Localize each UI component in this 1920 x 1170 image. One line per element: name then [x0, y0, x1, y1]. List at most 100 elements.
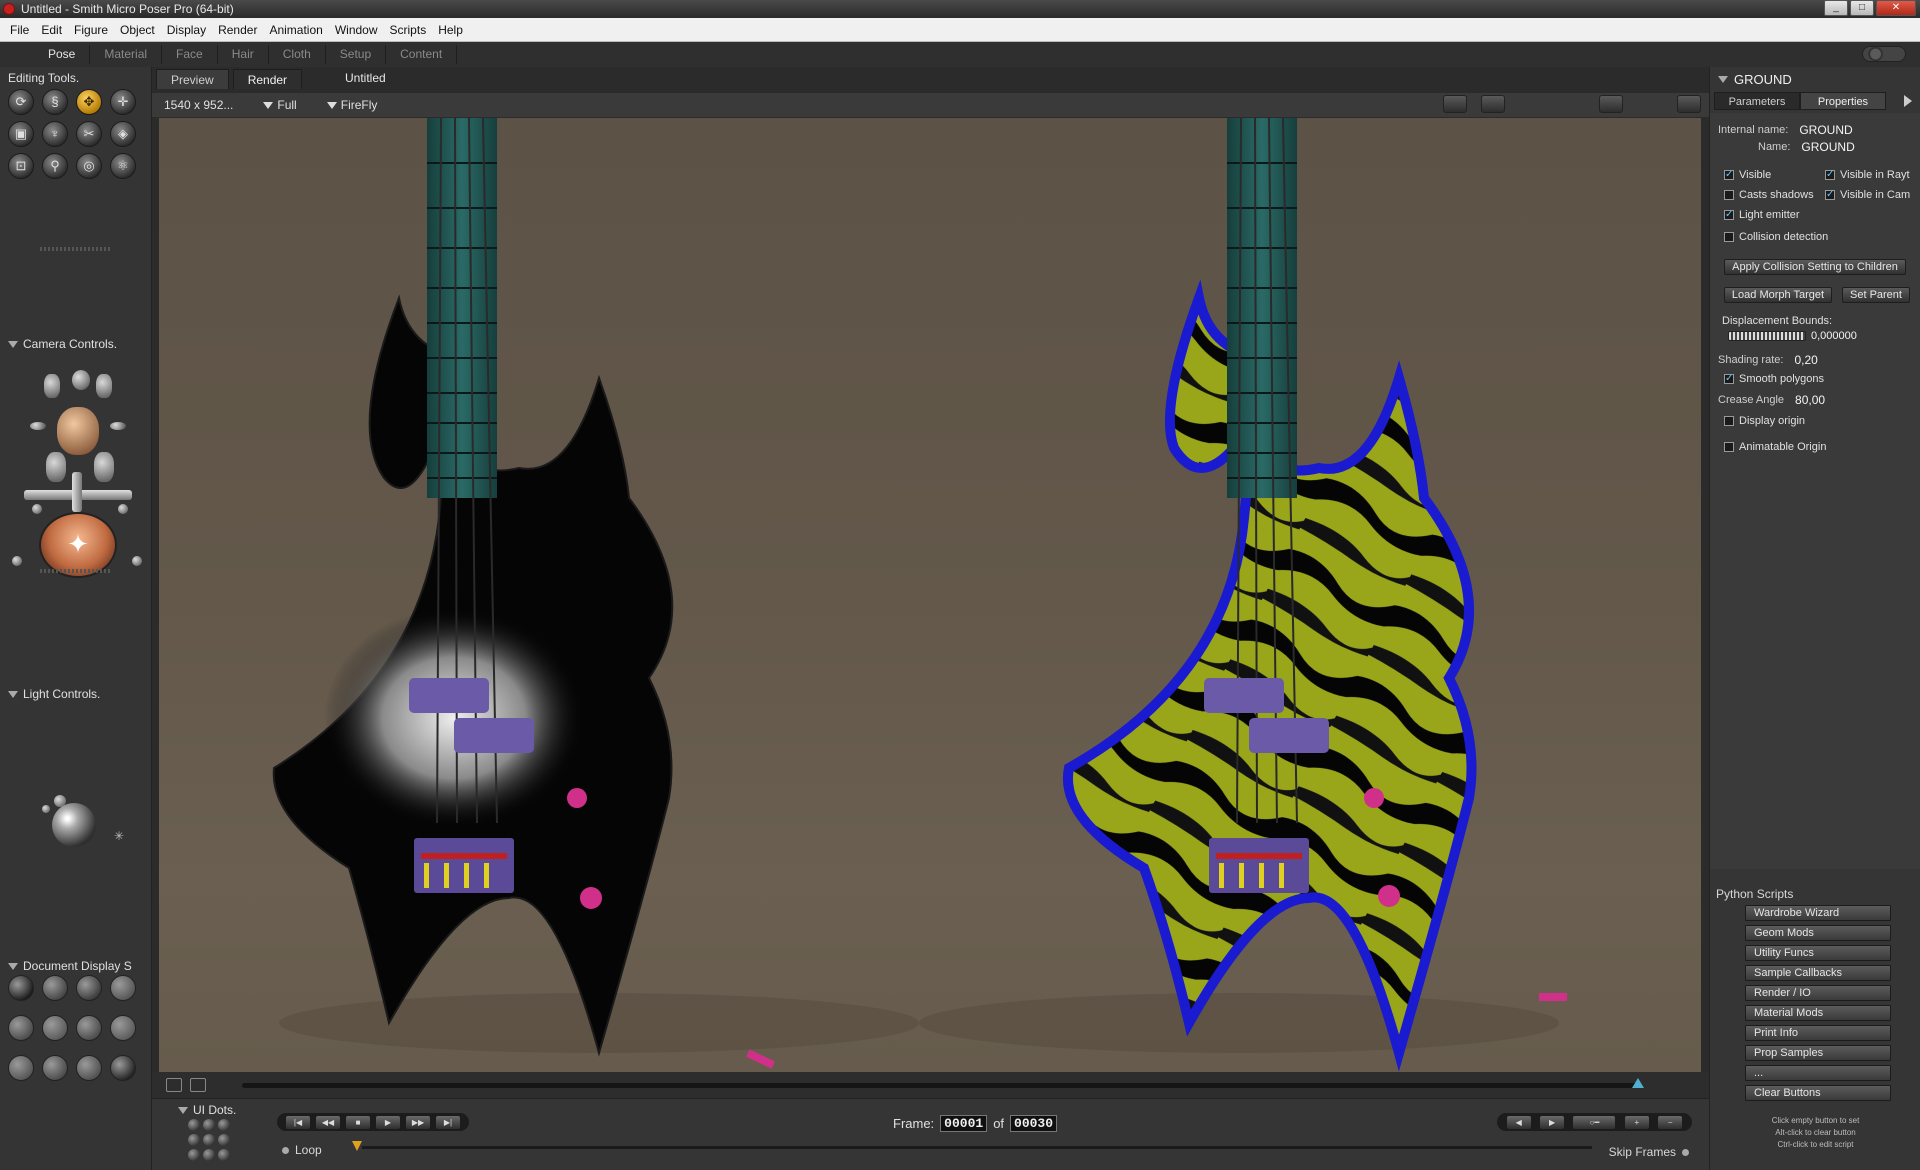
visible-camera-option[interactable]: ✓ Visible in Cam	[1825, 189, 1910, 201]
menu-file[interactable]: File	[4, 23, 35, 37]
last-frame-icon[interactable]: ▶|	[436, 1115, 460, 1129]
document-size[interactable]: 1540 x 952...	[164, 98, 233, 112]
color-tool-icon[interactable]: ◈	[110, 121, 136, 147]
current-frame-field[interactable]: 00001	[940, 1115, 988, 1132]
load-morph-target-button[interactable]: Load Morph Target	[1724, 287, 1832, 303]
room-tab-cloth[interactable]: Cloth	[269, 45, 326, 64]
render-settings-icon[interactable]	[1443, 95, 1467, 113]
lit-wireframe-style-icon[interactable]	[8, 1015, 34, 1041]
collapse-triangle-icon[interactable]	[1718, 76, 1728, 83]
displacement-dial[interactable]	[1728, 331, 1806, 341]
menu-scripts[interactable]: Scripts	[384, 23, 433, 37]
timeline-scroll-thumb[interactable]	[1632, 1078, 1644, 1088]
animatable-origin-option[interactable]: Animatable Origin	[1724, 441, 1826, 453]
total-frames-field[interactable]: 00030	[1010, 1115, 1058, 1132]
visible-raytrace-option[interactable]: ✓ Visible in Rayt	[1825, 169, 1910, 181]
smooth-shaded-style-icon[interactable]	[42, 1055, 68, 1081]
casts-shadows-option[interactable]: Casts shadows	[1724, 189, 1814, 201]
room-tab-pose[interactable]: Pose	[34, 45, 91, 64]
ui-dot[interactable]	[203, 1119, 215, 1131]
ui-dot[interactable]	[203, 1149, 215, 1161]
menu-render[interactable]: Render	[212, 23, 263, 37]
tab-preview[interactable]: Preview	[156, 69, 229, 89]
name-field[interactable]: GROUND	[1801, 140, 1854, 154]
translate-in-out-tool-icon[interactable]: ✛	[110, 89, 136, 115]
ui-dot[interactable]	[218, 1134, 230, 1146]
morph-brush-tool-icon[interactable]: ◎	[76, 153, 102, 179]
light-indicator-icon[interactable]	[42, 805, 50, 813]
stop-icon[interactable]: ■	[346, 1115, 370, 1129]
cartoon-lined-style-icon[interactable]	[8, 1055, 34, 1081]
face-camera-icon[interactable]	[72, 370, 90, 390]
tab-render[interactable]: Render	[232, 69, 303, 89]
displacement-value[interactable]: 0,000000	[1811, 330, 1857, 342]
python-script-button[interactable]: Sample Callbacks	[1745, 965, 1891, 981]
menu-window[interactable]: Window	[329, 23, 384, 37]
apply-collision-button[interactable]: Apply Collision Setting to Children	[1724, 259, 1906, 275]
smooth-lined-style-icon[interactable]	[76, 1055, 102, 1081]
collapse-triangle-icon[interactable]	[178, 1106, 188, 1114]
ui-dot[interactable]	[203, 1134, 215, 1146]
move-y-hand-icon[interactable]	[94, 452, 114, 482]
room-tab-setup[interactable]: Setup	[326, 45, 387, 64]
translate-tool-icon[interactable]: ✥	[76, 89, 102, 115]
camera-vertical-axis-icon[interactable]	[72, 472, 82, 512]
remove-keyframe-icon[interactable]: −	[1658, 1115, 1683, 1129]
close-button[interactable]: ✕	[1876, 0, 1916, 16]
tab-properties[interactable]: Properties	[1800, 92, 1886, 110]
visible-camera-checkbox[interactable]: ✓	[1825, 190, 1835, 200]
python-script-button[interactable]: Print Info	[1745, 1025, 1891, 1041]
camera-key-left-icon[interactable]	[12, 556, 22, 566]
display-origin-option[interactable]: Display origin	[1724, 415, 1805, 427]
maximize-button[interactable]: □	[1850, 0, 1874, 16]
add-keyframe-icon[interactable]: +	[1624, 1115, 1649, 1129]
visible-option[interactable]: ✓ Visible	[1724, 169, 1771, 181]
python-script-button[interactable]: Clear Buttons	[1745, 1085, 1891, 1101]
room-tab-hair[interactable]: Hair	[218, 45, 269, 64]
scale-ball-left-icon[interactable]	[32, 504, 42, 514]
python-script-button[interactable]: Material Mods	[1745, 1005, 1891, 1021]
hidden-line-style-icon[interactable]	[110, 975, 136, 1001]
menu-animation[interactable]: Animation	[263, 23, 328, 37]
light-sphere-icon[interactable]	[52, 803, 96, 847]
python-script-button[interactable]: Wardrobe Wizard	[1745, 905, 1891, 921]
frame-timeline-track[interactable]	[362, 1146, 1592, 1149]
room-tab-content[interactable]: Content	[386, 45, 458, 64]
python-script-button[interactable]: Geom Mods	[1745, 925, 1891, 941]
next-keyframe-icon[interactable]: ▶	[1540, 1115, 1565, 1129]
previous-key-icon[interactable]: ◀◀	[316, 1115, 340, 1129]
scale-tool-icon[interactable]: ▣	[8, 121, 34, 147]
collision-detection-checkbox[interactable]	[1724, 232, 1734, 242]
menu-figure[interactable]: Figure	[68, 23, 114, 37]
light-sun-icon[interactable]: ✳	[114, 829, 124, 843]
python-script-button[interactable]: Prop Samples	[1745, 1045, 1891, 1061]
ui-dot[interactable]	[218, 1119, 230, 1131]
collapse-triangle-icon[interactable]	[8, 340, 18, 348]
move-x-hand-icon[interactable]	[46, 452, 66, 482]
scale-ball-right-icon[interactable]	[118, 504, 128, 514]
current-frame-marker[interactable]	[352, 1141, 362, 1151]
skip-frames-option[interactable]: Skip Frames	[1609, 1145, 1689, 1159]
taper-tool-icon[interactable]: ♆	[42, 121, 68, 147]
animatable-origin-checkbox[interactable]	[1724, 442, 1734, 452]
stack-view-icon[interactable]	[166, 1078, 182, 1092]
smooth-polygons-checkbox[interactable]: ✓	[1724, 374, 1734, 384]
cartoon-style-icon[interactable]	[110, 1015, 136, 1041]
light-emitter-option[interactable]: ✓ Light emitter	[1724, 209, 1800, 221]
python-script-button[interactable]: Utility Funcs	[1745, 945, 1891, 961]
texture-shaded-style-icon[interactable]	[110, 1055, 136, 1081]
move-camera-left-icon[interactable]	[30, 422, 46, 430]
outline-style-icon[interactable]	[42, 975, 68, 1001]
panel-splitter[interactable]	[40, 569, 110, 573]
play-icon[interactable]: ▶	[376, 1115, 400, 1129]
menu-object[interactable]: Object	[114, 23, 161, 37]
python-script-button[interactable]: ...	[1745, 1065, 1891, 1081]
shading-rate-value[interactable]: 0,20	[1794, 353, 1817, 367]
silhouette-style-icon[interactable]	[8, 975, 34, 1001]
ui-dot[interactable]	[188, 1119, 200, 1131]
panel-splitter[interactable]	[40, 247, 110, 251]
timeline-scroll-track[interactable]	[242, 1083, 1642, 1088]
light-emitter-checkbox[interactable]: ✓	[1724, 210, 1734, 220]
render-compare-icon[interactable]	[1481, 95, 1505, 113]
render-view-dropdown[interactable]: Full	[263, 98, 297, 112]
